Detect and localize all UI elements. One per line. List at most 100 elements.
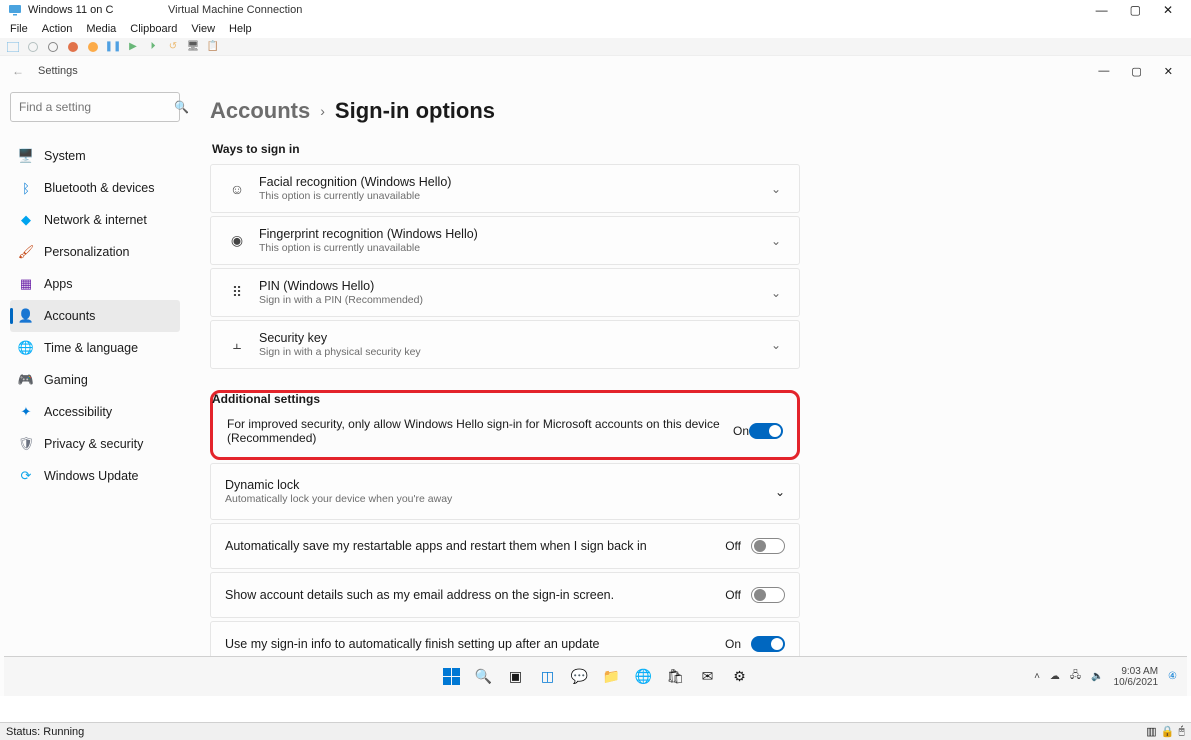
chevron-down-icon: ⌄: [767, 234, 785, 248]
back-button[interactable]: ←: [12, 64, 24, 78]
chevron-down-icon: ⌄: [775, 485, 785, 499]
nav-label: System: [44, 149, 86, 163]
sidebar-item-gaming[interactable]: 🎮Gaming: [10, 364, 180, 396]
tray-chevron-icon[interactable]: ˄: [1034, 671, 1040, 682]
sidebar-item-network-internet[interactable]: ◆Network & internet: [10, 204, 180, 236]
menu-media[interactable]: Media: [86, 23, 116, 35]
vm-toolbar: ❚❚ ▶ ⏵ ↺ 🖥 📋: [0, 38, 1191, 56]
menu-clipboard[interactable]: Clipboard: [130, 23, 177, 35]
hello-only-toggle[interactable]: [749, 423, 783, 439]
start-button[interactable]: [441, 666, 463, 688]
turnoff-icon[interactable]: [46, 40, 60, 54]
menu-action[interactable]: Action: [42, 23, 73, 35]
save-icon[interactable]: [86, 40, 100, 54]
ctrl-alt-del-icon[interactable]: [6, 40, 20, 54]
mail-icon[interactable]: ✉: [697, 666, 719, 688]
nav-label: Accessibility: [44, 405, 112, 419]
search-input-wrap[interactable]: 🔍: [10, 92, 180, 122]
sidebar-item-accounts[interactable]: 👤Accounts: [10, 300, 180, 332]
widgets-icon[interactable]: ◫: [537, 666, 559, 688]
enhanced-icon[interactable]: 🖥: [186, 40, 200, 54]
signin-option-row[interactable]: ☺ Facial recognition (Windows Hello) Thi…: [210, 164, 800, 213]
vm-titlebar: Windows 11 on C Virtual Machine Connecti…: [0, 0, 1191, 20]
option-title: PIN (Windows Hello): [259, 279, 767, 293]
store-icon[interactable]: 🛍: [665, 666, 687, 688]
revert-icon[interactable]: ↺: [166, 40, 180, 54]
option-icon: ☺: [225, 181, 249, 197]
status-icon-1: ▥: [1146, 725, 1156, 738]
signin-option-row[interactable]: ◉ Fingerprint recognition (Windows Hello…: [210, 216, 800, 265]
hello-only-value: On: [733, 424, 749, 438]
pause-icon[interactable]: ❚❚: [106, 40, 120, 54]
menu-file[interactable]: File: [10, 23, 28, 35]
hello-only-label: For improved security, only allow Window…: [227, 417, 733, 445]
tray-network-icon[interactable]: 🖧: [1070, 668, 1081, 685]
sidebar-item-bluetooth-devices[interactable]: ᛒBluetooth & devices: [10, 172, 180, 204]
toggle-switch[interactable]: [751, 587, 785, 603]
share-icon[interactable]: 📋: [206, 40, 220, 54]
toggle-value: On: [725, 637, 741, 651]
vm-minimize-button[interactable]: —: [1096, 3, 1108, 17]
vm-statusbar: Status: Running ▥ 🔒 🖰: [0, 722, 1191, 740]
sidebar-item-apps[interactable]: ▦Apps: [10, 268, 180, 300]
checkpoint-icon[interactable]: ⏵: [146, 40, 160, 54]
status-icon-2: 🔒: [1161, 725, 1175, 738]
vm-maximize-button[interactable]: ▢: [1130, 3, 1141, 17]
sidebar-item-personalization[interactable]: 🖌Personalization: [10, 236, 180, 268]
settings-titlebar: ← Settings — ▢ ✕: [0, 56, 1191, 82]
task-view-icon[interactable]: ▣: [505, 666, 527, 688]
dynamic-lock-row[interactable]: Dynamic lock Automatically lock your dev…: [210, 463, 800, 520]
nav-icon: ▦: [18, 276, 34, 292]
sidebar-item-time-language[interactable]: 🌐Time & language: [10, 332, 180, 364]
tray-volume-icon[interactable]: 🔈: [1091, 671, 1103, 682]
toggle-label: Use my sign-in info to automatically fin…: [225, 637, 725, 651]
sidebar-item-accessibility[interactable]: ✦Accessibility: [10, 396, 180, 428]
settings-close-button[interactable]: ✕: [1164, 65, 1173, 78]
guest-desktop: ← Settings — ▢ ✕ 🔍 🖥️ System ᛒBluetooth & …: [0, 56, 1191, 696]
option-sub: Sign in with a PIN (Recommended): [259, 294, 767, 306]
toggle-switch[interactable]: [751, 636, 785, 652]
nav-icon: 🖥️: [18, 148, 34, 164]
signin-option-row[interactable]: ⫠ Security key Sign in with a physical s…: [210, 320, 800, 369]
tray-notifications-icon[interactable]: ④: [1168, 671, 1177, 682]
taskbar-search-icon[interactable]: 🔍: [473, 666, 495, 688]
option-icon: ◉: [225, 232, 249, 249]
taskbar: 🔍 ▣ ◫ 💬 📁 🌐 🛍 ✉ ⚙ ˄ ☁ 🖧 🔈 9:03 AM 10/6/2…: [4, 656, 1187, 696]
nav-label: Network & internet: [44, 213, 147, 227]
search-input[interactable]: [19, 100, 174, 114]
toggle-switch[interactable]: [751, 538, 785, 554]
breadcrumb-parent[interactable]: Accounts: [210, 98, 310, 124]
edge-icon[interactable]: 🌐: [633, 666, 655, 688]
option-title: Facial recognition (Windows Hello): [259, 175, 767, 189]
tray-onedrive-icon[interactable]: ☁: [1050, 671, 1060, 682]
sidebar-item-windows-update[interactable]: ⟳Windows Update: [10, 460, 180, 492]
chevron-down-icon: ⌄: [767, 338, 785, 352]
start-icon[interactable]: [26, 40, 40, 54]
settings-maximize-button[interactable]: ▢: [1131, 65, 1141, 78]
option-title: Fingerprint recognition (Windows Hello): [259, 227, 767, 241]
explorer-icon[interactable]: 📁: [601, 666, 623, 688]
sidebar-item-system[interactable]: 🖥️ System: [10, 140, 180, 172]
menu-view[interactable]: View: [191, 23, 215, 35]
menu-help[interactable]: Help: [229, 23, 252, 35]
option-sub: This option is currently unavailable: [259, 242, 767, 254]
settings-taskbar-icon[interactable]: ⚙: [729, 666, 751, 688]
page-title: Sign-in options: [335, 98, 495, 124]
vm-name: Windows 11 on C: [28, 4, 168, 16]
reset-icon[interactable]: ▶: [126, 40, 140, 54]
nav-icon: ᛒ: [18, 181, 34, 196]
shutdown-icon[interactable]: [66, 40, 80, 54]
nav-icon: 🖌: [18, 244, 34, 260]
taskbar-clock[interactable]: 9:03 AM 10/6/2021: [1114, 666, 1159, 688]
nav-label: Windows Update: [44, 469, 139, 483]
vm-close-button[interactable]: ✕: [1163, 3, 1173, 17]
option-sub: Sign in with a physical security key: [259, 346, 767, 358]
nav-label: Time & language: [44, 341, 138, 355]
toggle-label: Show account details such as my email ad…: [225, 588, 725, 602]
signin-option-row[interactable]: ⠿ PIN (Windows Hello) Sign in with a PIN…: [210, 268, 800, 317]
toggle-value: Off: [725, 588, 741, 602]
vm-status-text: Status: Running: [6, 726, 84, 738]
settings-minimize-button[interactable]: —: [1098, 65, 1109, 78]
sidebar-item-privacy-security[interactable]: 🛡Privacy & security: [10, 428, 180, 460]
chat-icon[interactable]: 💬: [569, 666, 591, 688]
